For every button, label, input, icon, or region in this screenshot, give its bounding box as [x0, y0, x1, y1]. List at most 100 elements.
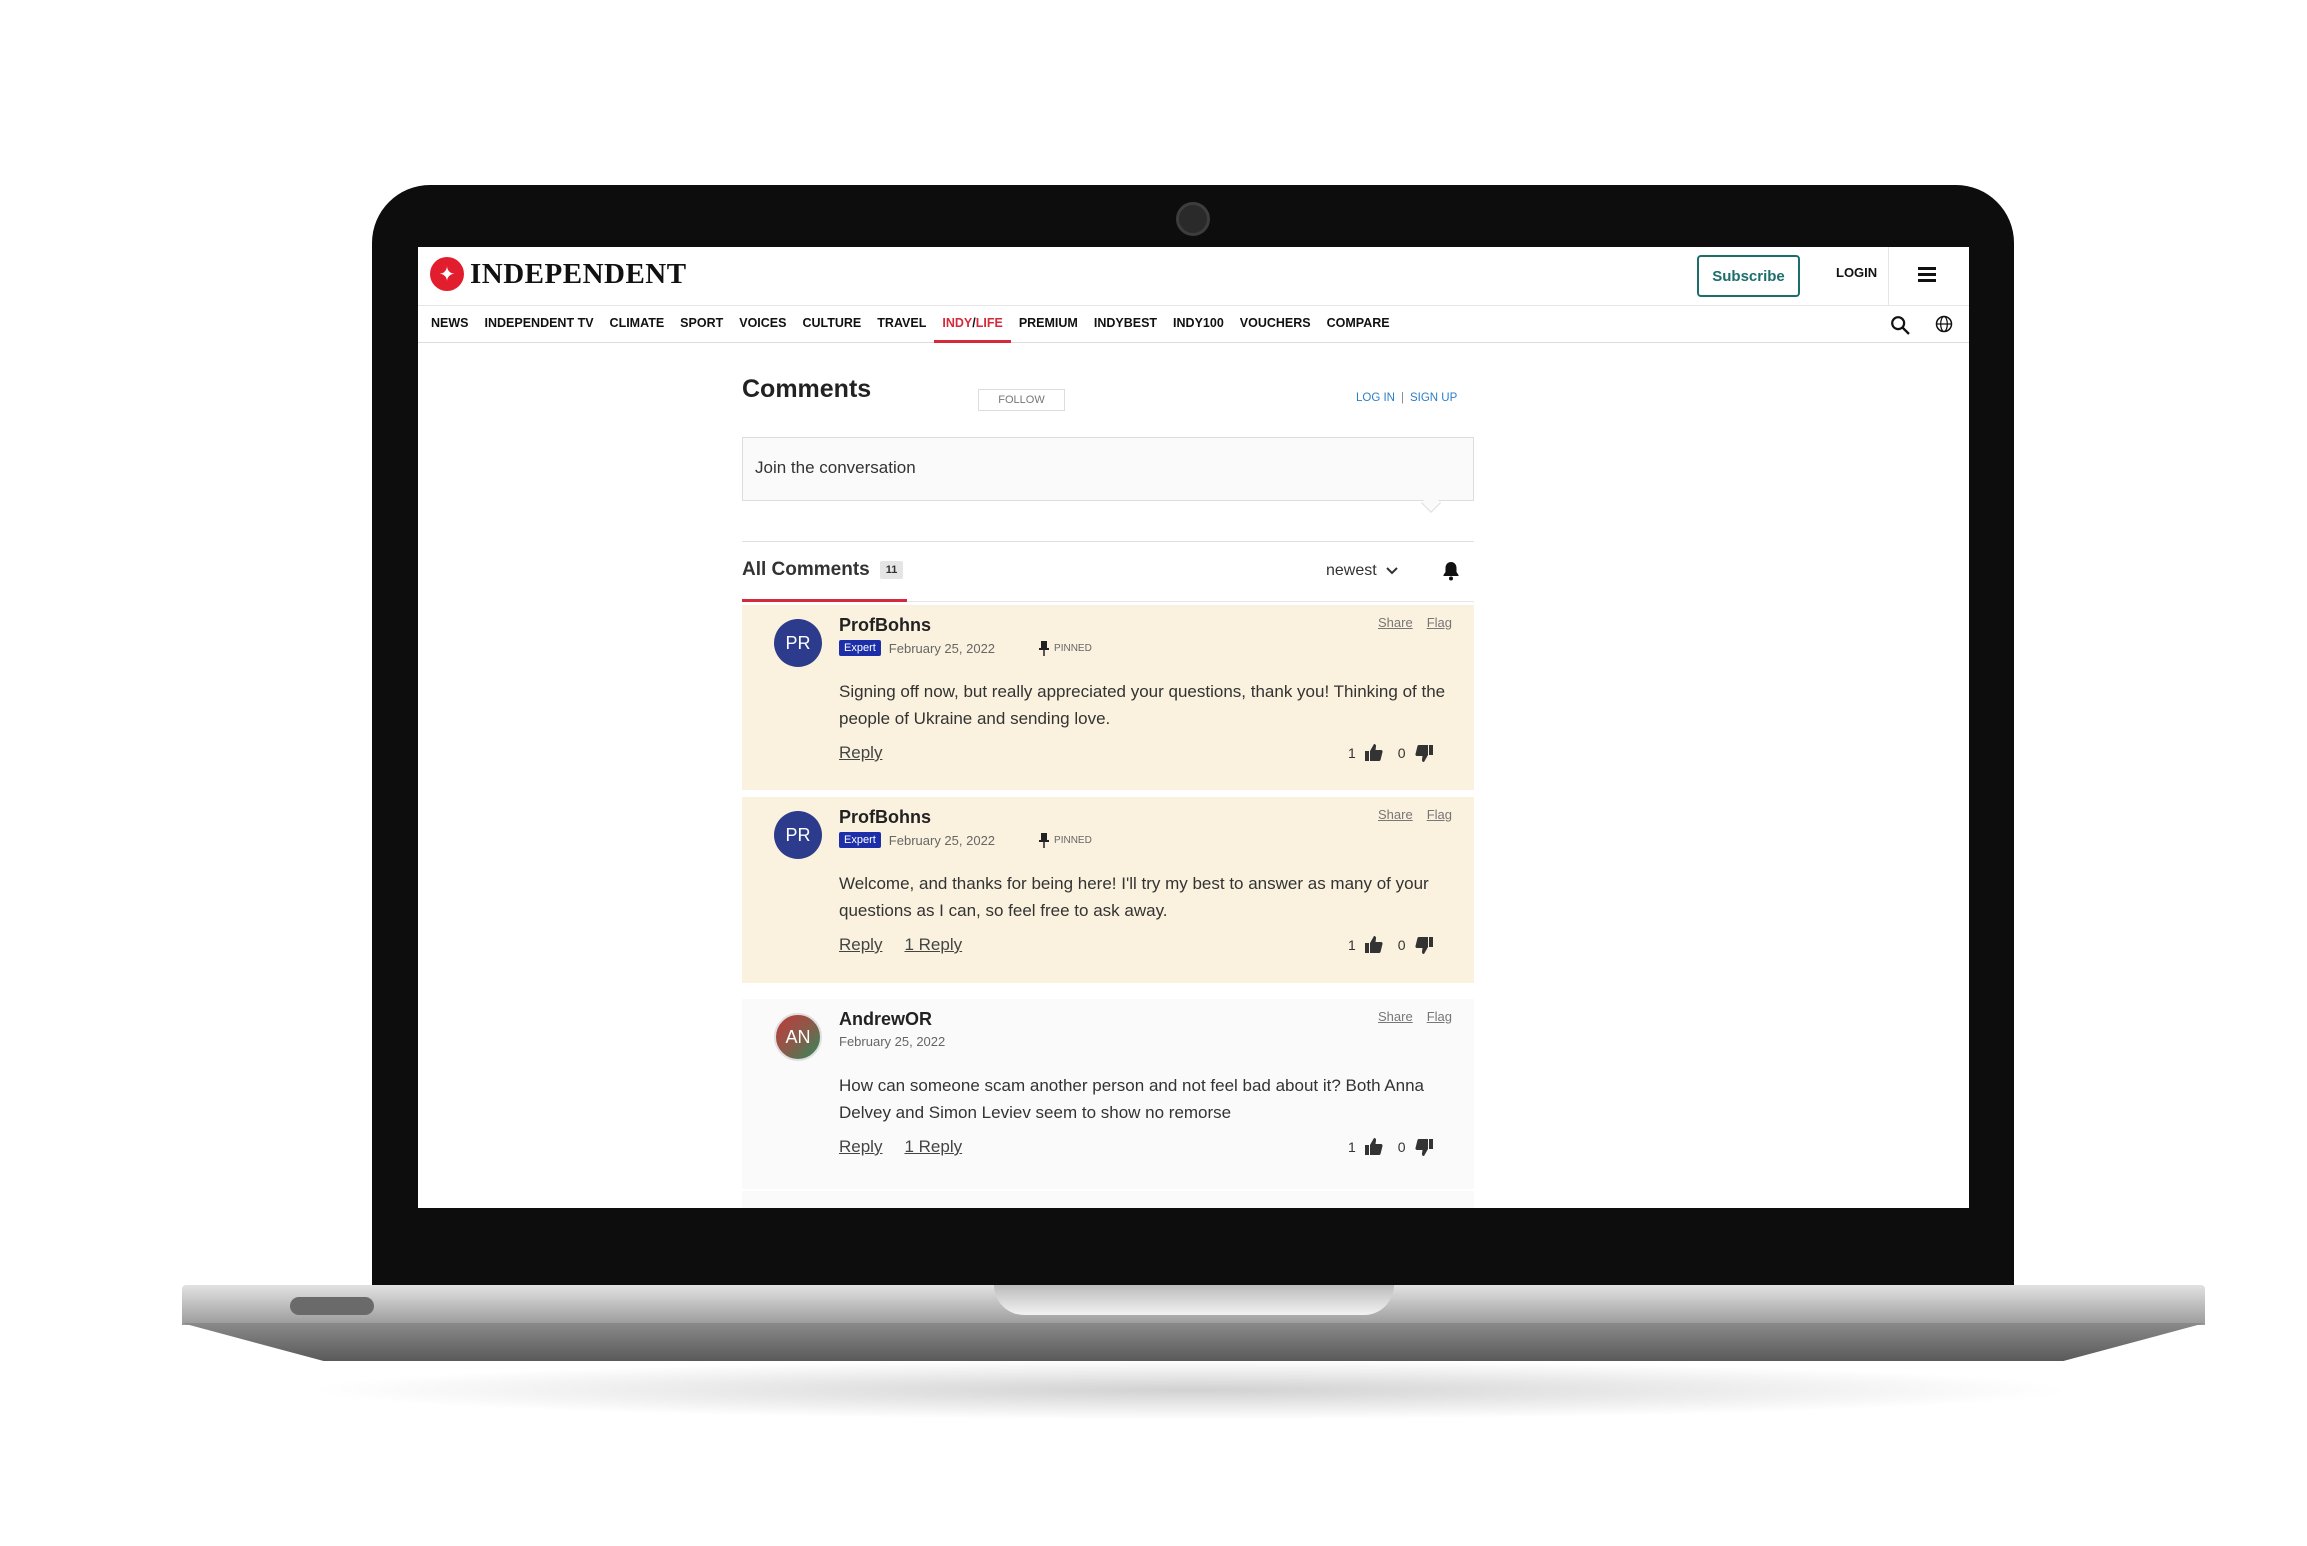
comment-author[interactable]: ProfBohns [839, 615, 931, 636]
nav-item-vouchers[interactable]: VOUCHERS [1232, 307, 1319, 343]
login-link[interactable]: LOGIN [1836, 265, 1877, 280]
flag-link[interactable]: Flag [1427, 615, 1452, 630]
reply-link[interactable]: Reply [839, 935, 882, 955]
main-nav: NEWS INDEPENDENT TV CLIMATE SPORT VOICES… [418, 307, 1969, 343]
expert-badge: Expert [839, 640, 881, 656]
nav-item-independent-tv[interactable]: INDEPENDENT TV [477, 307, 602, 343]
flag-link[interactable]: Flag [1427, 807, 1452, 822]
all-comments-tab[interactable]: All Comments 11 [742, 559, 904, 581]
comment-item: PR ProfBohns Expert February 25, 2022 PI… [742, 605, 1474, 790]
avatar[interactable]: PR [774, 619, 822, 667]
next-comment-partial [742, 1191, 1474, 1208]
pin-icon [1039, 833, 1050, 848]
view-replies-link[interactable]: 1 Reply [904, 1137, 962, 1157]
auth-links: LOG IN | SIGN UP [1356, 392, 1457, 404]
nav-item-culture[interactable]: CULTURE [794, 307, 869, 343]
site-logo[interactable]: ✦ INDEPENDENT [430, 257, 687, 291]
nav-items: NEWS INDEPENDENT TV CLIMATE SPORT VOICES… [431, 307, 1398, 343]
globe-icon[interactable] [1934, 314, 1954, 334]
site-header: ✦ INDEPENDENT Subscribe LOGIN [418, 247, 1969, 306]
like-count: 1 [1348, 745, 1356, 761]
nav-item-climate[interactable]: CLIMATE [602, 307, 673, 343]
nav-item-travel[interactable]: TRAVEL [869, 307, 934, 343]
comments-title: Comments [742, 375, 872, 403]
pinned-tag: PINNED [1039, 832, 1092, 848]
stage: ✦ INDEPENDENT Subscribe LOGIN NEWS INDEP… [0, 0, 2307, 1546]
sort-label: newest [1326, 562, 1377, 579]
laptop-base-bottom [182, 1323, 2205, 1361]
sort-dropdown[interactable]: newest [1326, 562, 1399, 580]
comment-author[interactable]: AndrewOR [839, 1009, 932, 1030]
reply-row: Reply 1 Reply [839, 1137, 962, 1157]
chevron-down-icon [1385, 567, 1398, 575]
menu-icon[interactable] [1918, 267, 1936, 285]
divider [742, 541, 1474, 542]
search-icon[interactable] [1889, 314, 1911, 336]
like-count: 1 [1348, 1139, 1356, 1155]
share-link[interactable]: Share [1378, 807, 1413, 822]
subscribe-button[interactable]: Subscribe [1697, 255, 1800, 297]
signup-link[interactable]: SIGN UP [1410, 392, 1457, 404]
share-link[interactable]: Share [1378, 1009, 1413, 1024]
comment-actions: Share Flag [1378, 807, 1452, 822]
reply-row: Reply 1 Reply [839, 935, 962, 955]
avatar[interactable]: AN [774, 1013, 822, 1061]
comment-date: February 25, 2022 [888, 640, 996, 656]
laptop-notch [994, 1285, 1394, 1315]
thumbs-up-icon[interactable] [1364, 935, 1384, 955]
nav-item-indy-prefix: INDY [942, 316, 973, 330]
comment-actions: Share Flag [1378, 615, 1452, 630]
nav-item-indybest[interactable]: INDYBEST [1086, 307, 1165, 343]
flag-link[interactable]: Flag [1427, 1009, 1452, 1024]
comment-meta: February 25, 2022 [839, 1034, 945, 1049]
thumbs-up-icon[interactable] [1364, 1137, 1384, 1157]
nav-item-news[interactable]: NEWS [431, 307, 477, 343]
reply-row: Reply [839, 743, 882, 763]
avatar[interactable]: PR [774, 811, 822, 859]
comment-count-badge: 11 [879, 561, 904, 579]
nav-item-indy-life[interactable]: INDY/LIFE [934, 307, 1011, 343]
view-replies-link[interactable]: 1 Reply [904, 935, 962, 955]
all-comments-label: All Comments [742, 559, 870, 580]
reply-link[interactable]: Reply [839, 1137, 882, 1157]
reply-link[interactable]: Reply [839, 743, 882, 763]
comment-item: AN AndrewOR February 25, 2022 Share Flag… [742, 999, 1474, 1189]
join-conversation-input[interactable]: Join the conversation [742, 437, 1474, 501]
comment-meta: Expert February 25, 2022 PINNED [839, 640, 1092, 656]
login-link-comments[interactable]: LOG IN [1356, 392, 1395, 404]
nav-item-indy100[interactable]: INDY100 [1165, 307, 1232, 343]
vote-controls: 1 0 [1348, 935, 1434, 955]
comment-date: February 25, 2022 [839, 1034, 946, 1049]
thumbs-down-icon[interactable] [1414, 743, 1434, 763]
header-divider [1888, 247, 1889, 306]
comment-item: PR ProfBohns Expert February 25, 2022 PI… [742, 797, 1474, 983]
logo-text: INDEPENDENT [470, 257, 687, 290]
pinned-label: PINNED [1054, 834, 1092, 846]
nav-item-compare[interactable]: COMPARE [1319, 307, 1398, 343]
thumbs-down-icon[interactable] [1414, 935, 1434, 955]
nav-item-sport[interactable]: SPORT [672, 307, 731, 343]
comment-actions: Share Flag [1378, 1009, 1452, 1024]
comment-text: Signing off now, but really appreciated … [839, 682, 1446, 728]
like-count: 1 [1348, 937, 1356, 953]
laptop-foot [290, 1297, 374, 1315]
dislike-count: 0 [1397, 1139, 1406, 1155]
comment-meta: Expert February 25, 2022 PINNED [839, 832, 1092, 848]
webcam [1176, 202, 1210, 236]
nav-item-voices[interactable]: VOICES [731, 307, 794, 343]
comment-author[interactable]: ProfBohns [839, 807, 931, 828]
share-link[interactable]: Share [1378, 615, 1413, 630]
pin-icon [1039, 641, 1050, 656]
comment-text: Welcome, and thanks for being here! I'll… [839, 874, 1429, 920]
vote-controls: 1 0 [1348, 743, 1434, 763]
pinned-tag: PINNED [1039, 640, 1092, 656]
vote-controls: 1 0 [1348, 1137, 1434, 1157]
thumbs-down-icon[interactable] [1414, 1137, 1434, 1157]
expert-badge: Expert [839, 832, 881, 848]
comment-date: February 25, 2022 [888, 832, 996, 848]
thumbs-up-icon[interactable] [1364, 743, 1384, 763]
follow-button[interactable]: FOLLOW [978, 389, 1065, 411]
bell-icon[interactable] [1442, 561, 1460, 581]
comment-text: How can someone scam another person and … [839, 1076, 1425, 1122]
nav-item-premium[interactable]: PREMIUM [1011, 307, 1086, 343]
